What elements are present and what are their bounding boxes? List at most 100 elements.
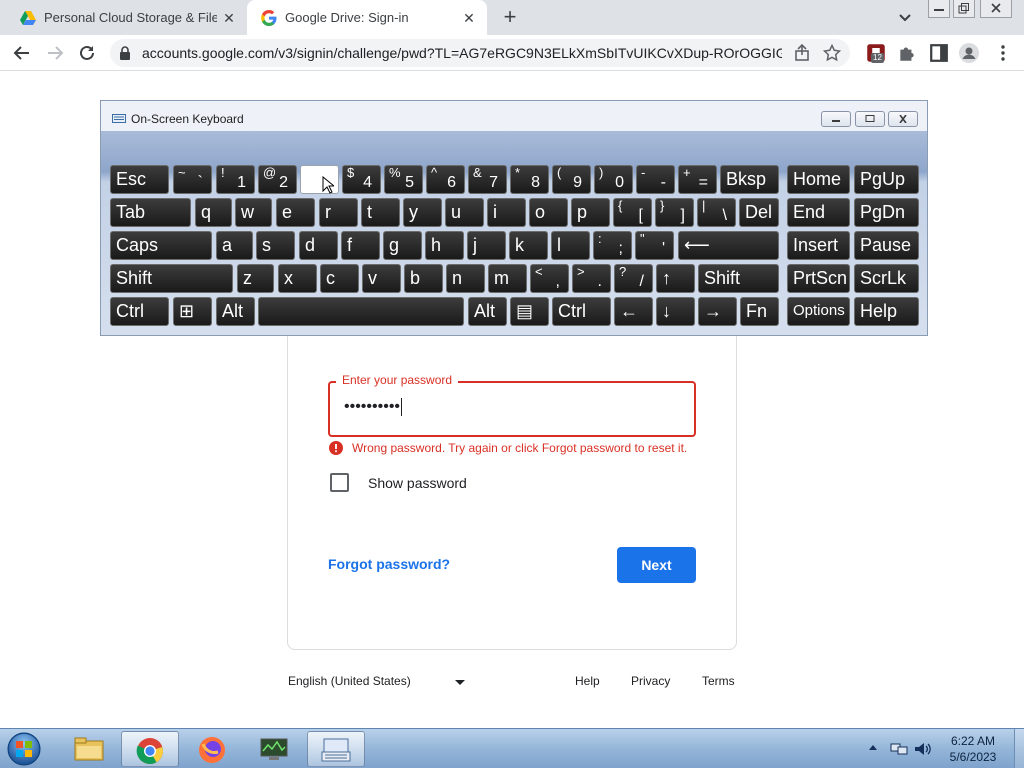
- tab-personal-cloud-storage[interactable]: Personal Cloud Storage & File Sh ✕: [0, 0, 247, 35]
- volume-icon[interactable]: [913, 741, 931, 757]
- key-menu[interactable]: ▤: [510, 297, 549, 326]
- key-b[interactable]: b: [404, 264, 443, 293]
- key-1[interactable]: ! 1: [216, 165, 255, 194]
- key-v[interactable]: v: [362, 264, 401, 293]
- key-esc[interactable]: Esc: [110, 165, 169, 194]
- more-menu-icon[interactable]: [993, 43, 1013, 63]
- key-k[interactable]: k: [509, 231, 548, 260]
- key-left-arrow[interactable]: ←: [614, 297, 653, 326]
- key-d[interactable]: d: [299, 231, 338, 260]
- key-fn[interactable]: Fn: [740, 297, 779, 326]
- share-icon[interactable]: [793, 44, 811, 62]
- key-pause[interactable]: Pause: [854, 231, 919, 260]
- show-desktop-button[interactable]: [1014, 729, 1024, 768]
- close-icon[interactable]: ✕: [221, 10, 237, 26]
- taskbar-clock[interactable]: 6:22 AM 5/6/2023: [940, 733, 1006, 765]
- close-icon[interactable]: ✕: [461, 10, 477, 26]
- key-del[interactable]: Del: [739, 198, 779, 227]
- url-text[interactable]: accounts.google.com/v3/signin/challenge/…: [142, 45, 782, 61]
- taskbar-on-screen-keyboard[interactable]: [307, 731, 365, 767]
- key-e[interactable]: e: [276, 198, 315, 227]
- taskbar-firefox[interactable]: [183, 731, 241, 767]
- taskbar-file-explorer[interactable]: [60, 731, 118, 767]
- key-a[interactable]: a: [216, 231, 253, 260]
- show-hidden-icons-icon[interactable]: [868, 743, 878, 751]
- key-3-pressed[interactable]: [300, 165, 339, 194]
- osk-title-bar[interactable]: On-Screen Keyboard: [101, 101, 927, 131]
- key-t[interactable]: t: [361, 198, 400, 227]
- key-g[interactable]: g: [383, 231, 422, 260]
- key-tab[interactable]: Tab: [110, 198, 191, 227]
- password-input-value[interactable]: ••••••••••: [344, 398, 403, 416]
- chevron-down-icon[interactable]: [896, 8, 914, 26]
- key-n[interactable]: n: [446, 264, 485, 293]
- key-comma[interactable]: <,: [530, 264, 569, 293]
- key-up-arrow[interactable]: ↑: [656, 264, 695, 293]
- dropdown-arrow-icon[interactable]: [455, 680, 465, 685]
- key-8[interactable]: * 8: [510, 165, 549, 194]
- key-enter[interactable]: ⟵: [678, 231, 779, 260]
- key-scrlk[interactable]: ScrLk: [854, 264, 919, 293]
- puzzle-extensions-icon[interactable]: [897, 43, 917, 63]
- bookmark-star-icon[interactable]: [823, 44, 841, 62]
- tab-google-drive-signin[interactable]: Google Drive: Sign-in ✕: [247, 0, 487, 35]
- taskbar-task-manager[interactable]: [245, 731, 303, 767]
- key-caps[interactable]: Caps: [110, 231, 212, 260]
- start-button[interactable]: [6, 732, 46, 766]
- key-ctrl-left[interactable]: Ctrl: [110, 297, 169, 326]
- taskbar-chrome[interactable]: [121, 731, 179, 767]
- key-h[interactable]: h: [425, 231, 464, 260]
- new-tab-button[interactable]: +: [498, 5, 522, 29]
- language-selector[interactable]: English (United States): [288, 674, 411, 688]
- side-panel-icon[interactable]: [929, 43, 949, 63]
- minimize-button[interactable]: [928, 0, 950, 18]
- osk-maximize-button[interactable]: [855, 111, 885, 127]
- lock-icon[interactable]: [119, 46, 131, 60]
- key-ctrl-right[interactable]: Ctrl: [552, 297, 611, 326]
- key-u[interactable]: u: [445, 198, 484, 227]
- key-home[interactable]: Home: [787, 165, 850, 194]
- key-prtscn[interactable]: PrtScn: [787, 264, 850, 293]
- key-backspace[interactable]: Bksp: [720, 165, 779, 194]
- key-o[interactable]: o: [529, 198, 568, 227]
- key-alt-right[interactable]: Alt: [468, 297, 507, 326]
- key-shift-left[interactable]: Shift: [110, 264, 233, 293]
- key-tilde[interactable]: ~ `: [173, 165, 212, 194]
- key-2[interactable]: @2: [258, 165, 297, 194]
- key-6[interactable]: ^ 6: [426, 165, 465, 194]
- key-alt-left[interactable]: Alt: [216, 297, 255, 326]
- osk-close-button[interactable]: [888, 111, 918, 127]
- restore-button[interactable]: [953, 0, 975, 18]
- key-down-arrow[interactable]: ↓: [656, 297, 695, 326]
- key-right-bracket[interactable]: }]: [655, 198, 694, 227]
- key-pgup[interactable]: PgUp: [854, 165, 919, 194]
- key-y[interactable]: y: [403, 198, 442, 227]
- key-right-arrow[interactable]: →: [698, 297, 737, 326]
- key-q[interactable]: q: [195, 198, 232, 227]
- network-icon[interactable]: [890, 741, 908, 757]
- key-r[interactable]: r: [319, 198, 358, 227]
- address-bar[interactable]: accounts.google.com/v3/signin/challenge/…: [110, 39, 850, 67]
- key-4[interactable]: $4: [342, 165, 381, 194]
- key-l[interactable]: l: [551, 231, 590, 260]
- key-help[interactable]: Help: [854, 297, 919, 326]
- key-z[interactable]: z: [237, 264, 274, 293]
- key-left-bracket[interactable]: {[: [613, 198, 652, 227]
- key-0[interactable]: ) 0: [594, 165, 633, 194]
- key-space[interactable]: [258, 297, 464, 326]
- show-password-checkbox[interactable]: [330, 473, 349, 492]
- key-minus[interactable]: --: [636, 165, 675, 194]
- key-windows[interactable]: ⊞: [173, 297, 212, 326]
- osk-minimize-button[interactable]: [821, 111, 851, 127]
- key-slash[interactable]: ? /: [614, 264, 653, 293]
- show-password-option[interactable]: Show password: [330, 473, 467, 492]
- key-m[interactable]: m: [488, 264, 527, 293]
- key-equals[interactable]: + =: [678, 165, 717, 194]
- key-f[interactable]: f: [341, 231, 380, 260]
- reload-icon[interactable]: [77, 43, 97, 63]
- key-semicolon[interactable]: :;: [593, 231, 632, 260]
- key-j[interactable]: j: [467, 231, 506, 260]
- key-shift-right[interactable]: Shift: [698, 264, 779, 293]
- key-c[interactable]: c: [320, 264, 359, 293]
- key-9[interactable]: (9: [552, 165, 591, 194]
